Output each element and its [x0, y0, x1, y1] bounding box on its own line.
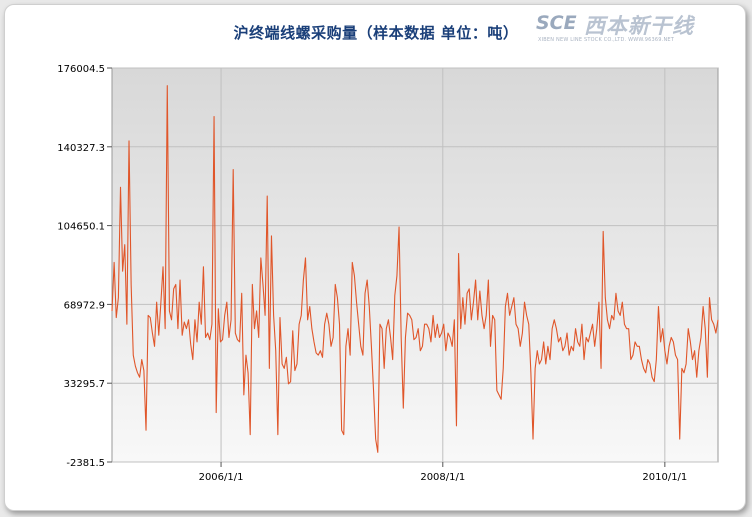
- y-tick-label: 33295.7: [64, 379, 105, 390]
- y-tick-label: 176004.5: [57, 64, 105, 75]
- y-tick-label: -2381.5: [66, 458, 105, 469]
- y-tick-label: 68972.9: [64, 300, 105, 311]
- plot-area: [111, 67, 719, 463]
- x-tick-label: 2008/1/1: [420, 472, 465, 483]
- x-tick-label: 2006/1/1: [199, 472, 244, 483]
- y-axis: 176004.5 140327.3 104650.1 68972.9 33295.7 -2…: [57, 64, 112, 469]
- line-chart: 176004.5 140327.3 104650.1 68972.9 33295.7 -2…: [57, 64, 719, 483]
- x-axis: 2006/1/1 2008/1/1 2010/1/1: [199, 462, 687, 483]
- y-tick-label: 140327.3: [57, 143, 105, 154]
- y-tick-label: 104650.1: [57, 222, 105, 233]
- x-tick-label: 2010/1/1: [642, 472, 687, 483]
